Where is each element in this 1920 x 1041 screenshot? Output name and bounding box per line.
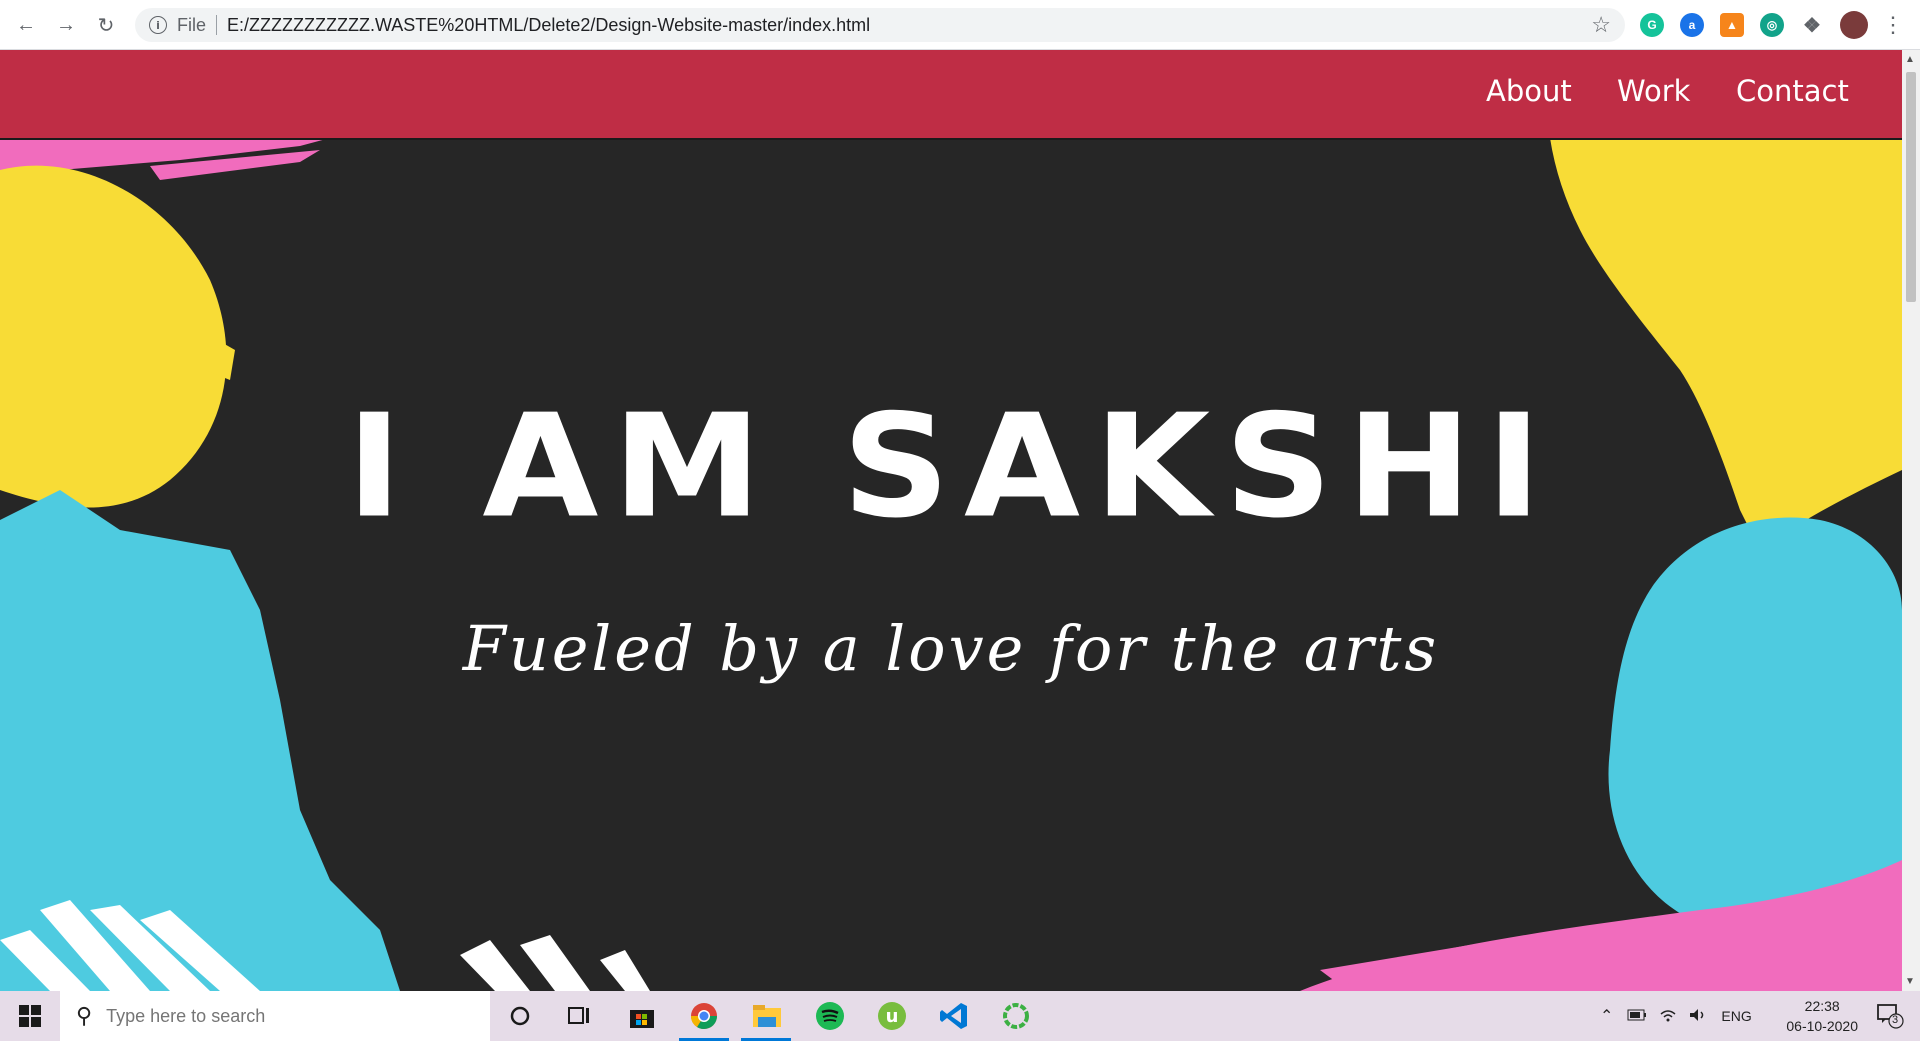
chrome-icon[interactable]: [687, 999, 721, 1033]
nav-link-work[interactable]: Work: [1617, 74, 1690, 108]
search-input[interactable]: [104, 1004, 469, 1028]
avatar[interactable]: [1840, 11, 1868, 39]
windows-taskbar: ⚲ u ⌃ ENG 22:38: [0, 991, 1920, 1041]
taskbar-search[interactable]: ⚲: [60, 991, 490, 1041]
clock-date: 06-10-2020: [1786, 1018, 1858, 1034]
scheme-label: File: [177, 14, 207, 35]
separator: [216, 15, 218, 35]
vscode-icon[interactable]: [937, 999, 971, 1033]
nav-link-about[interactable]: About: [1486, 74, 1572, 108]
metamask-icon[interactable]: ▲: [1720, 13, 1744, 37]
notification-count: 3: [1892, 1014, 1899, 1026]
url-text[interactable]: E:/ZZZZZZZZZZZ.WASTE%20HTML/Delete2/Desi…: [227, 15, 870, 36]
clock-time: 22:38: [1804, 998, 1840, 1014]
windows-start-button[interactable]: [0, 991, 60, 1041]
utorrent-icon[interactable]: u: [875, 999, 909, 1033]
task-view-icon[interactable]: [563, 999, 597, 1033]
scroll-thumb[interactable]: [1906, 72, 1916, 302]
reload-icon[interactable]: ↻: [92, 11, 120, 39]
app-ring-icon[interactable]: [999, 999, 1033, 1033]
system-clock[interactable]: 22:38 06-10-2020: [1786, 996, 1858, 1036]
scroll-up-icon[interactable]: ▲: [1905, 54, 1915, 65]
cortana-icon[interactable]: [503, 999, 537, 1033]
grammarly-icon[interactable]: G: [1640, 13, 1664, 37]
page-scrollbar[interactable]: ▲ ▼: [1902, 50, 1920, 991]
battery-icon[interactable]: [1627, 1008, 1647, 1024]
back-icon[interactable]: ←: [12, 11, 40, 39]
bookmark-star-icon[interactable]: ☆: [1591, 12, 1611, 38]
store-icon[interactable]: [625, 999, 659, 1033]
search-icon: ⚲: [76, 1003, 93, 1028]
svg-text:u: u: [886, 1006, 899, 1027]
wifi-icon[interactable]: [1659, 1008, 1677, 1025]
hero-subtitle: Fueled by a love for the arts: [462, 612, 1440, 685]
file-explorer-icon[interactable]: [750, 999, 784, 1033]
spotify-icon[interactable]: [813, 999, 847, 1033]
system-tray: ⌃ ENG: [1600, 991, 1752, 1041]
puzzle-extensions-icon[interactable]: ❖: [1800, 13, 1824, 37]
adblock-icon[interactable]: a: [1680, 13, 1704, 37]
browser-toolbar: ← → ↻ i File E:/ZZZZZZZZZZZ.WASTE%20HTML…: [0, 0, 1920, 50]
info-icon[interactable]: i: [149, 16, 167, 34]
chevron-up-icon[interactable]: ⌃: [1600, 1006, 1613, 1026]
hero-title: I AM SAKSHI: [346, 384, 1556, 550]
nav-link-contact[interactable]: Contact: [1736, 74, 1849, 108]
volume-icon[interactable]: [1689, 1008, 1707, 1025]
action-center-icon[interactable]: 3: [1876, 1003, 1904, 1029]
forward-icon[interactable]: →: [52, 11, 80, 39]
web-page: About Work Contact I AM SAKSHI Fueled by…: [0, 50, 1902, 991]
windows-logo-icon: [19, 1005, 41, 1027]
language-indicator[interactable]: ENG: [1721, 1008, 1751, 1024]
menu-kebab-icon[interactable]: ⋮: [1882, 12, 1904, 38]
scroll-down-icon[interactable]: ▼: [1905, 976, 1915, 987]
site-navbar: About Work Contact: [0, 50, 1902, 140]
address-bar[interactable]: i File E:/ZZZZZZZZZZZ.WASTE%20HTML/Delet…: [135, 8, 1625, 42]
extension-icon[interactable]: ◎: [1760, 13, 1784, 37]
